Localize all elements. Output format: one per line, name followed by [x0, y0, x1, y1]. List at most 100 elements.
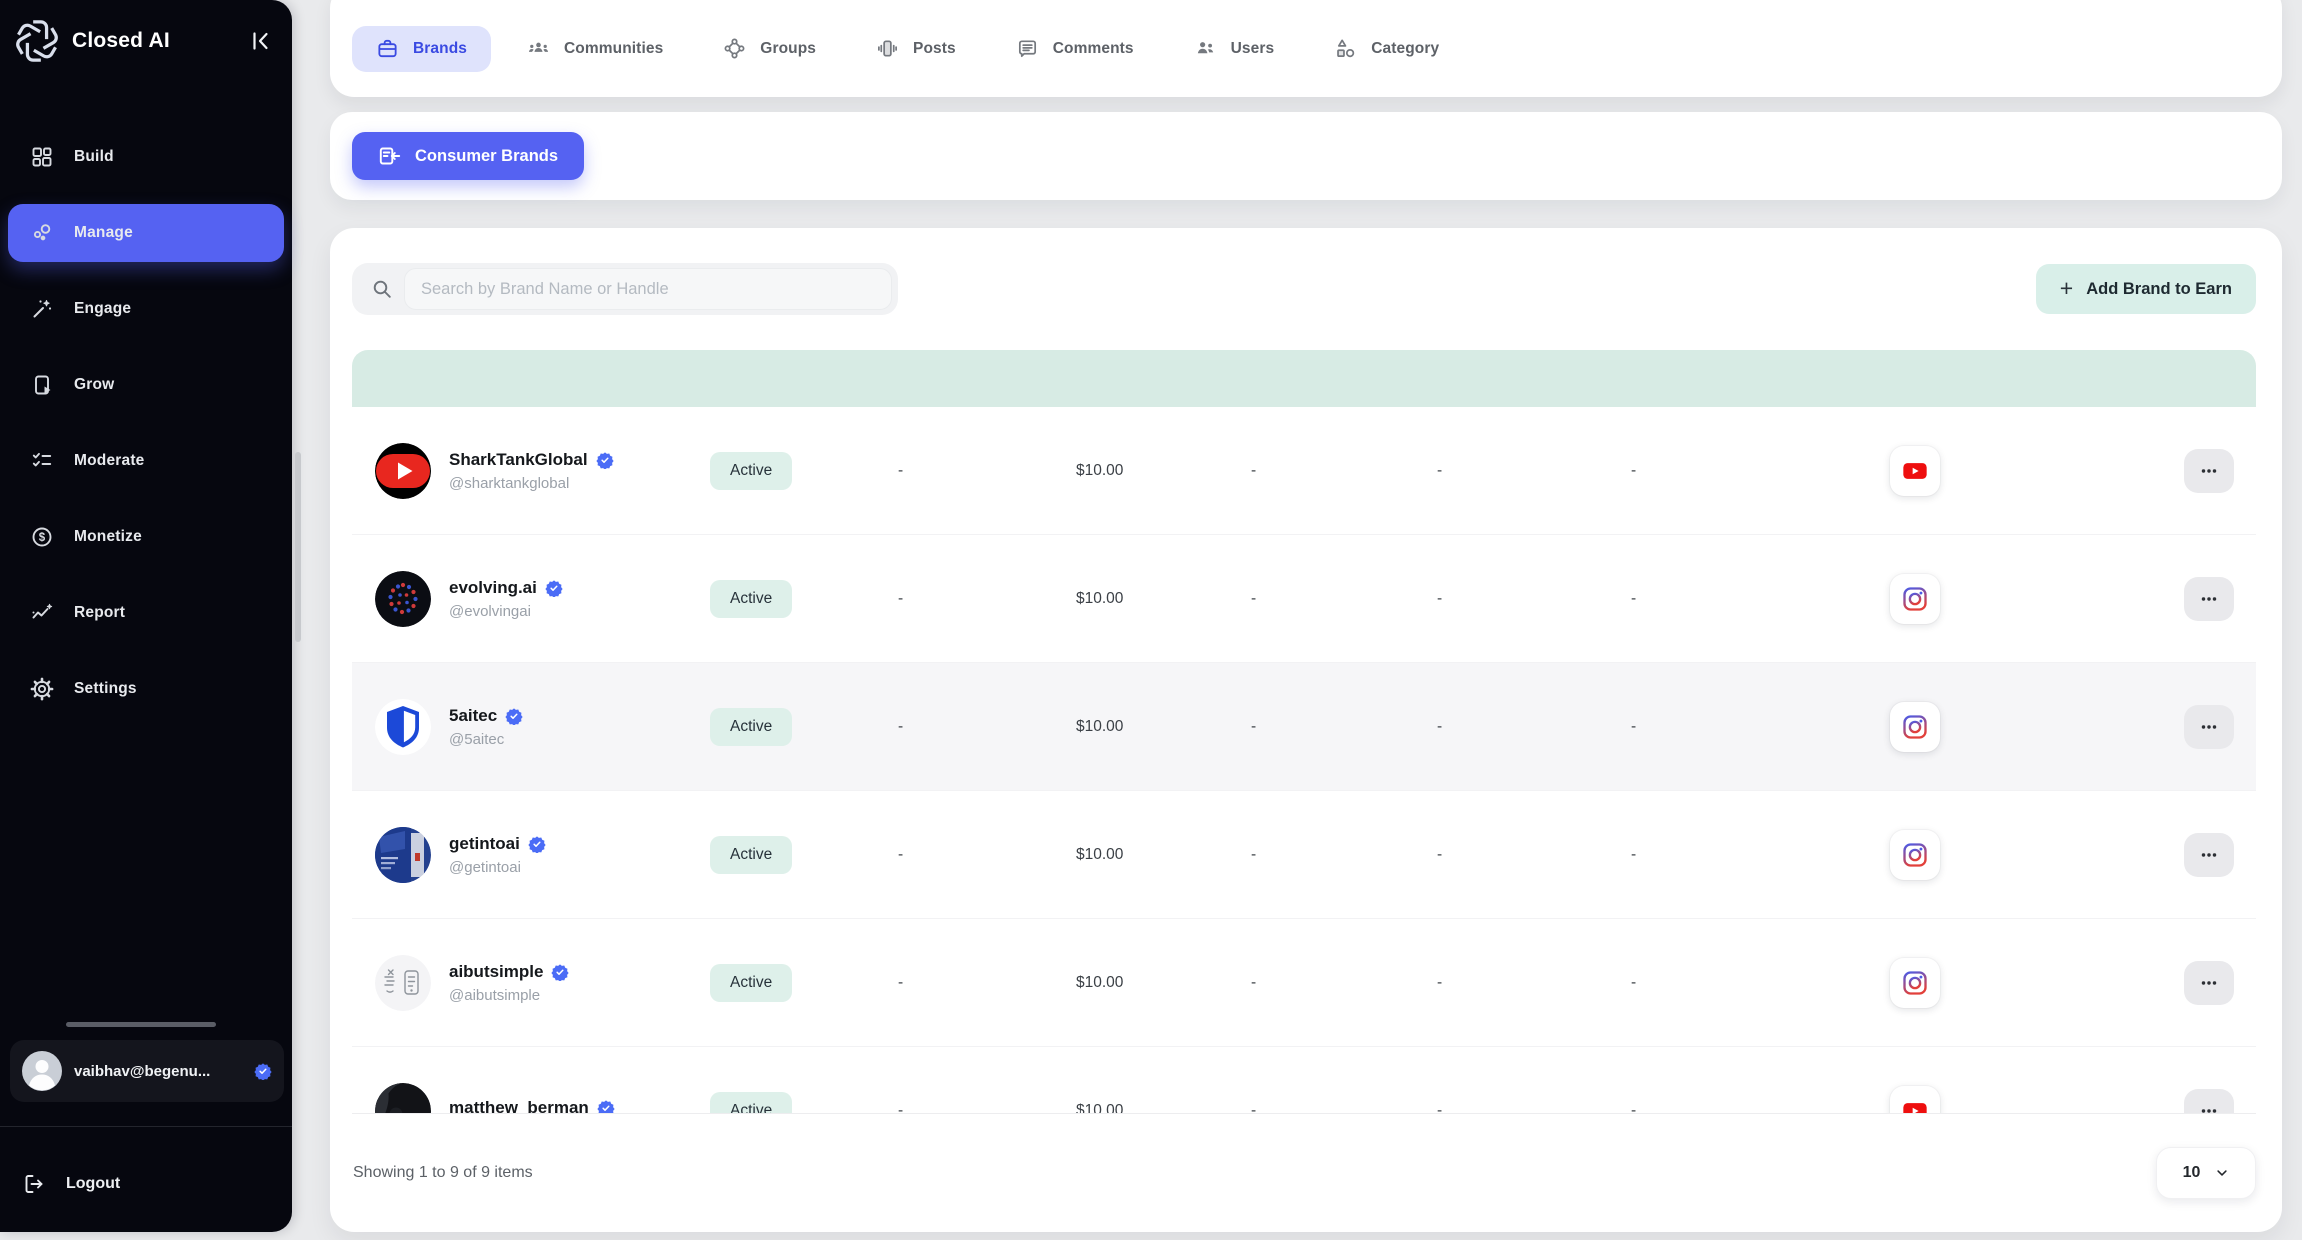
collapse-icon — [249, 29, 273, 53]
table-row[interactable]: matthew_berman Active - $10.00 — [352, 1047, 2256, 1113]
nav-tab-label: Comments — [1053, 40, 1134, 58]
brands-table: SharkTankGlobal @sharktankglobal Active … — [352, 350, 2256, 1232]
consumer-brands-button[interactable]: Consumer Brands — [352, 132, 584, 180]
earnings-value: - — [890, 1102, 1068, 1114]
wand-icon — [30, 297, 54, 321]
particles-avatar — [375, 571, 431, 627]
instagram-chip[interactable] — [1890, 830, 1940, 880]
sidebar-item[interactable]: Engage — [8, 280, 284, 338]
table-row[interactable]: aibutsimple @aibutsimple Active - $10.00 — [352, 919, 2256, 1047]
total-views-value: - — [1243, 1102, 1429, 1114]
row-actions-button[interactable] — [2184, 577, 2234, 621]
sidebar-item[interactable]: Settings — [8, 660, 284, 718]
nav-tab[interactable]: Groups — [699, 26, 840, 72]
sidebar-item[interactable]: Manage — [8, 204, 284, 262]
sidebar-item[interactable]: Grow — [8, 356, 284, 414]
status-badge: Active — [710, 580, 792, 618]
nav-tab[interactable]: Posts — [852, 26, 980, 72]
verified-badge-icon — [505, 707, 523, 725]
verified-badge-icon — [528, 835, 546, 853]
brand-handle: @5aitec — [449, 731, 523, 748]
table-body: SharkTankGlobal @sharktankglobal Active … — [352, 407, 2256, 1113]
youtube-avatar — [375, 443, 431, 499]
sidebar-item-label: Grow — [74, 376, 114, 394]
nav-tab[interactable]: Communities — [503, 26, 687, 72]
table-row[interactable]: getintoai @getintoai Active - $10.00 — [352, 791, 2256, 919]
sidebar-collapse-button[interactable] — [244, 24, 278, 58]
verified-badge-icon — [254, 1062, 272, 1080]
nav-tab[interactable]: Category — [1310, 26, 1463, 72]
table-row[interactable]: 5aitec @5aitec Active - $10.00 - — [352, 663, 2256, 791]
brand-name: matthew_berman — [449, 1098, 589, 1113]
user-email: vaibhav@begenu... — [74, 1063, 242, 1080]
sidebar-header: Closed AI — [0, 0, 292, 82]
row-actions-button[interactable] — [2184, 1089, 2234, 1114]
youtube-chip[interactable] — [1890, 446, 1940, 496]
verified-badge-icon — [551, 963, 569, 981]
brand-name: aibutsimple — [449, 962, 543, 982]
unique-viewers-value: - — [1429, 846, 1623, 864]
page-size-select[interactable]: 10 — [2156, 1147, 2256, 1199]
row-actions-button[interactable] — [2184, 449, 2234, 493]
sidebar-item-label: Build — [74, 148, 114, 166]
photo-blue-avatar — [375, 827, 431, 883]
status-badge: Active — [710, 836, 792, 874]
instagram-chip[interactable] — [1890, 702, 1940, 752]
sidebar-item[interactable]: $ Monetize — [8, 508, 284, 566]
sidebar-item-label: Moderate — [74, 452, 145, 470]
nav-tab-label: Brands — [413, 40, 467, 58]
table-header — [352, 350, 2256, 407]
table-row[interactable]: evolving.ai @evolvingai Active - $10.00 — [352, 535, 2256, 663]
briefcase-icon — [376, 37, 399, 60]
sidebar-drag-handle[interactable] — [66, 1022, 216, 1027]
status-badge: Active — [710, 1092, 792, 1114]
checklist-icon — [30, 449, 54, 473]
shapes-icon — [1334, 37, 1357, 60]
nav-tab[interactable]: Users — [1170, 26, 1299, 72]
nav-tab[interactable]: Brands — [352, 26, 491, 72]
row-actions-button[interactable] — [2184, 705, 2234, 749]
top-tabs: Brands Communities Groups Posts Comments… — [330, 0, 1463, 97]
add-brand-button[interactable]: + Add Brand to Earn — [2036, 264, 2256, 314]
comment-icon — [1016, 37, 1039, 60]
user-avatar — [22, 1051, 62, 1091]
nav-tab-label: Communities — [564, 40, 663, 58]
instagram-chip[interactable] — [1890, 958, 1940, 1008]
user-card[interactable]: vaibhav@begenu... — [10, 1040, 284, 1102]
page-size-value: 10 — [2183, 1164, 2201, 1182]
youtube-chip[interactable] — [1890, 1086, 1940, 1114]
sidebar-item[interactable]: Report — [8, 584, 284, 642]
cpm-value: $10.00 — [1068, 846, 1243, 864]
logout-button[interactable]: Logout — [22, 1160, 120, 1208]
nodes-icon — [723, 37, 746, 60]
row-actions-button[interactable] — [2184, 833, 2234, 877]
table-toolbar: + Add Brand to Earn — [330, 228, 2282, 350]
search-input[interactable] — [404, 268, 892, 310]
sidebar-scrollbar[interactable] — [295, 452, 301, 642]
dollar-icon: $ — [30, 525, 54, 549]
brand-cell: 5aitec @5aitec — [352, 699, 710, 755]
total-views-value: - — [1243, 590, 1429, 608]
brand-handle: @getintoai — [449, 859, 546, 876]
sidebar-divider — [0, 1126, 292, 1127]
table-footer: Showing 1 to 9 of 9 items 10 — [352, 1113, 2256, 1232]
logout-label: Logout — [66, 1175, 120, 1193]
nav-tab[interactable]: Comments — [992, 26, 1158, 72]
status-badge: Active — [710, 452, 792, 490]
row-actions-button[interactable] — [2184, 961, 2234, 1005]
brand-handle: @sharktankglobal — [449, 475, 614, 492]
manage-icon — [30, 221, 54, 245]
brand-name: 5aitec — [449, 706, 497, 726]
sidebar-item-label: Engage — [74, 300, 131, 318]
earnings-value: - — [890, 718, 1068, 736]
sidebar-item[interactable]: Moderate — [8, 432, 284, 490]
instagram-chip[interactable] — [1890, 574, 1940, 624]
build-icon — [30, 145, 54, 169]
chevron-down-icon — [2215, 1166, 2229, 1180]
people-group-icon — [527, 37, 550, 60]
sidebar-menu: Build Manage Engage Grow Moderate $ Mone… — [0, 82, 292, 718]
brand-name: getintoai — [449, 834, 520, 854]
table-row[interactable]: SharkTankGlobal @sharktankglobal Active … — [352, 407, 2256, 535]
sidebar-item[interactable]: Build — [8, 128, 284, 186]
svg-text:$: $ — [39, 532, 46, 544]
